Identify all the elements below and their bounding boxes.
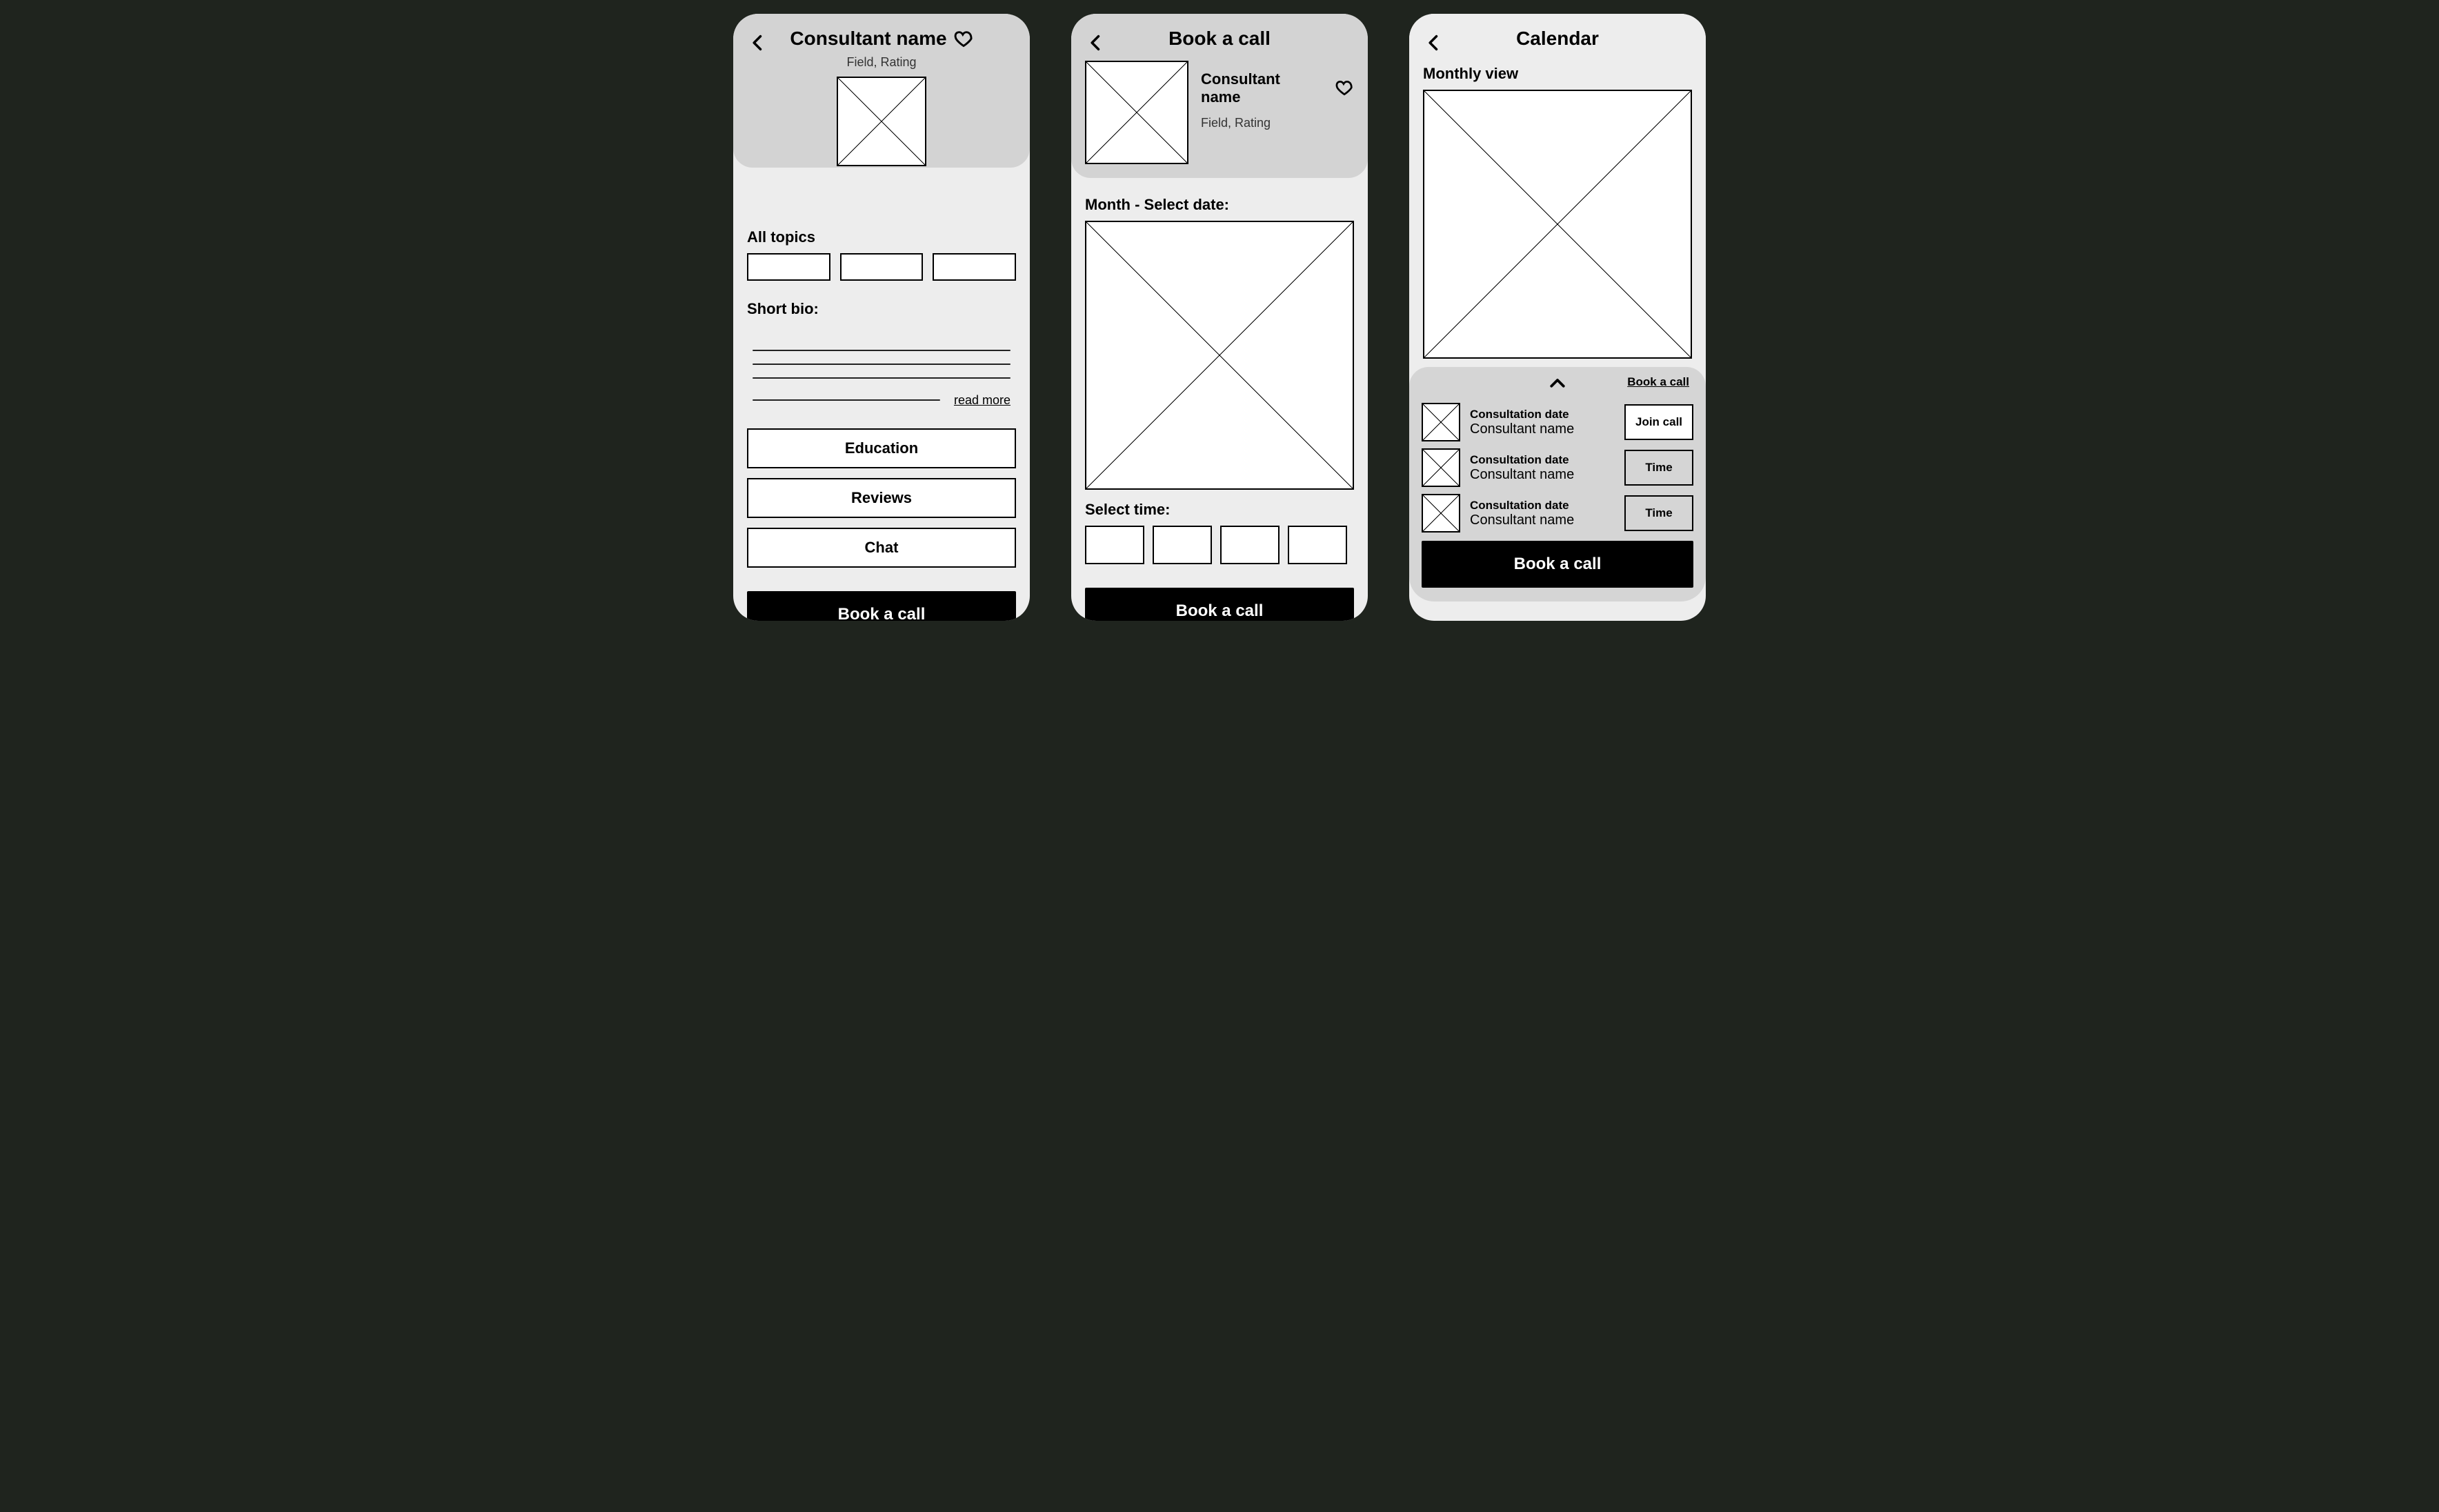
favorite-icon[interactable]: [954, 29, 973, 48]
consultation-row: Consultation date Consultant name Join c…: [1422, 403, 1693, 441]
consultant-avatar: [1085, 61, 1188, 164]
consultant-name: Consultant name: [1470, 513, 1615, 528]
select-date-label: Month - Select date:: [1085, 196, 1354, 214]
date-picker-calendar[interactable]: [1085, 221, 1354, 490]
time-button[interactable]: Time: [1624, 450, 1693, 486]
select-time-label: Select time:: [1085, 501, 1354, 519]
back-button[interactable]: [748, 33, 768, 52]
back-button[interactable]: [1086, 33, 1106, 52]
favorite-icon[interactable]: [1335, 79, 1354, 98]
book-call-button[interactable]: Book a call: [747, 591, 1016, 621]
time-slot[interactable]: [1153, 526, 1212, 564]
expand-panel-icon[interactable]: [1547, 373, 1568, 394]
all-topics-label: All topics: [747, 228, 1016, 246]
join-call-button[interactable]: Join call: [1624, 404, 1693, 440]
header: Consultant name Field, Rating: [733, 14, 1030, 168]
page-title: Calendar: [1516, 28, 1599, 50]
back-button[interactable]: [1424, 33, 1444, 52]
monthly-calendar[interactable]: [1423, 90, 1692, 359]
consultant-name: Consultant name: [1470, 421, 1615, 437]
consultant-subtitle: Field, Rating: [1201, 116, 1354, 130]
time-slot-row: [1085, 526, 1354, 564]
header: Book a call Consultant name Field, Ratin…: [1071, 14, 1368, 178]
bio-text: read more: [753, 337, 1011, 409]
topic-chip[interactable]: [747, 253, 830, 281]
consultant-thumb: [1422, 494, 1460, 533]
consultant-subtitle: Field, Rating: [733, 55, 1030, 79]
consultant-thumb: [1422, 448, 1460, 487]
time-slot[interactable]: [1085, 526, 1144, 564]
consultation-date: Consultation date: [1470, 408, 1615, 421]
monthly-view-label: Monthly view: [1423, 65, 1692, 83]
screen-book-call: Book a call Consultant name Field, Ratin…: [1071, 14, 1368, 621]
topic-chip[interactable]: [840, 253, 924, 281]
read-more-link[interactable]: read more: [954, 393, 1011, 408]
page-title: Consultant name: [790, 28, 946, 50]
book-call-button[interactable]: Book a call: [1422, 541, 1693, 588]
education-button[interactable]: Education: [747, 428, 1016, 468]
consultant-name: Consultant name: [1201, 70, 1322, 106]
consultant-thumb: [1422, 403, 1460, 441]
book-call-link[interactable]: Book a call: [1627, 375, 1689, 389]
topic-chip[interactable]: [933, 253, 1016, 281]
time-slot[interactable]: [1220, 526, 1280, 564]
consultation-date: Consultation date: [1470, 453, 1615, 467]
short-bio-label: Short bio:: [747, 300, 1016, 318]
consultant-avatar: [837, 77, 926, 166]
chat-button[interactable]: Chat: [747, 528, 1016, 568]
consultant-name: Consultant name: [1470, 467, 1615, 483]
consultation-date: Consultation date: [1470, 499, 1615, 513]
time-slot[interactable]: [1288, 526, 1347, 564]
reviews-button[interactable]: Reviews: [747, 478, 1016, 518]
consultation-row: Consultation date Consultant name Time: [1422, 448, 1693, 487]
consultation-row: Consultation date Consultant name Time: [1422, 494, 1693, 533]
book-call-button[interactable]: Book a call: [1085, 588, 1354, 621]
consultations-panel: Book a call Consultation date Consultant…: [1409, 367, 1706, 601]
screen-consultant-profile: Consultant name Field, Rating All topics…: [733, 14, 1030, 621]
page-title: Book a call: [1168, 28, 1271, 50]
screen-calendar: Calendar Monthly view Book a call Consul…: [1409, 14, 1706, 621]
time-button[interactable]: Time: [1624, 495, 1693, 531]
